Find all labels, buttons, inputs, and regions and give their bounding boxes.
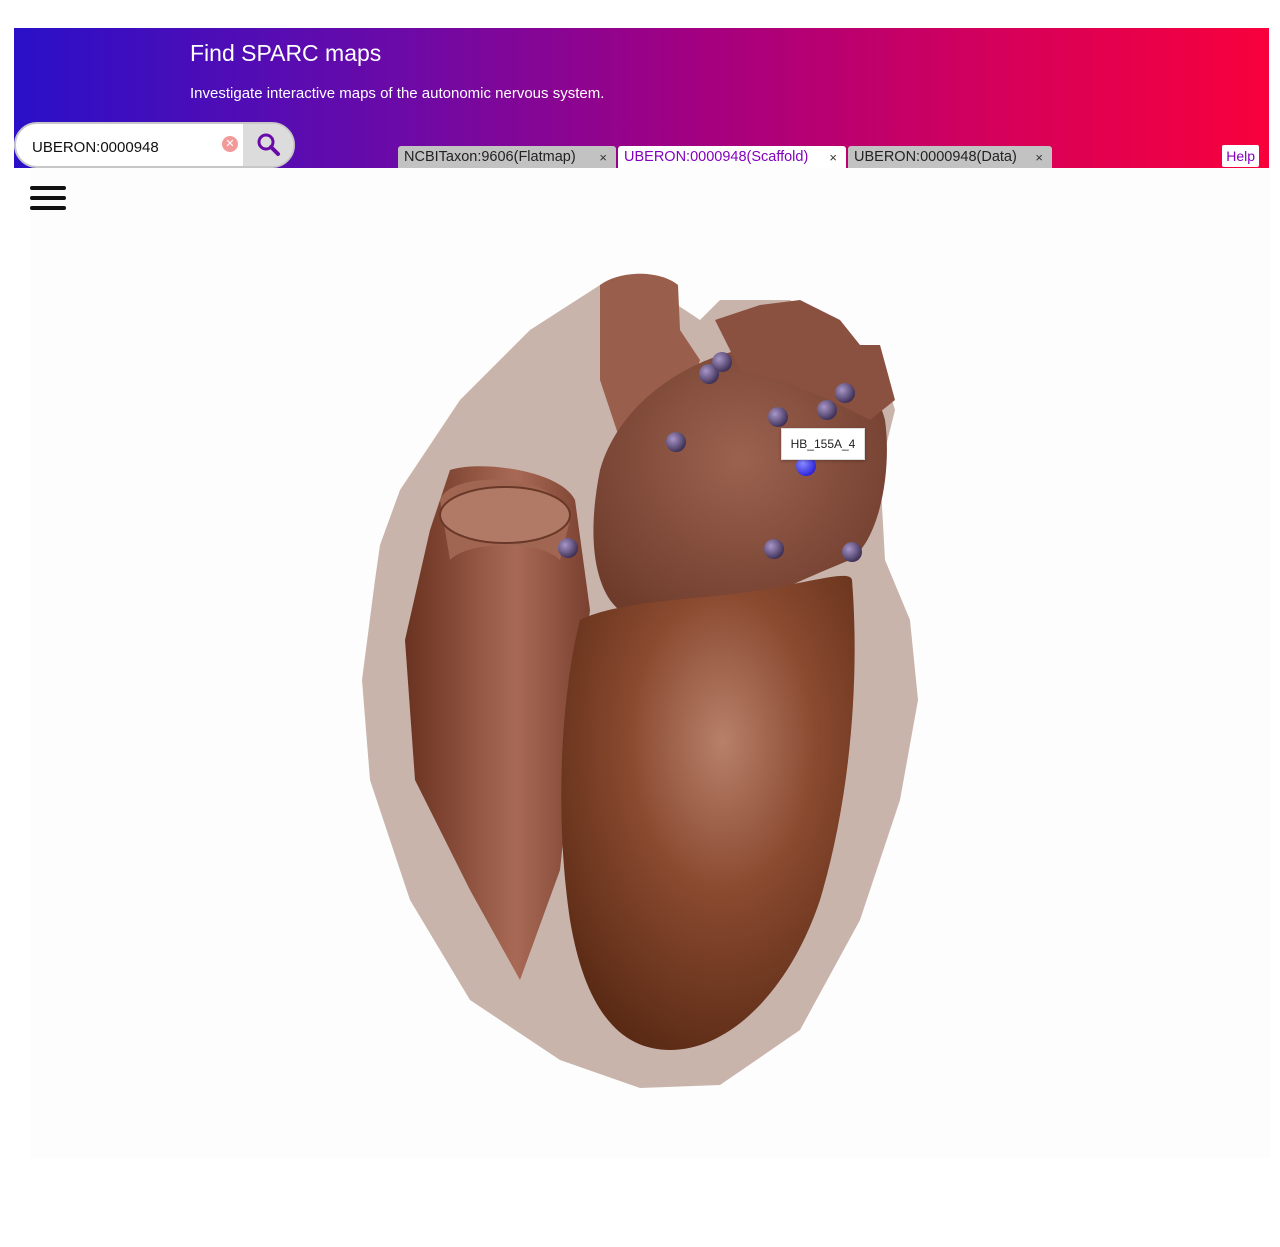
node-marker[interactable] [768, 407, 788, 427]
node-marker[interactable] [712, 352, 732, 372]
node-marker[interactable] [817, 400, 837, 420]
node-marker[interactable] [835, 383, 855, 403]
node-tooltip: HB_155A_4 [781, 428, 865, 460]
node-marker[interactable] [842, 542, 862, 562]
node-marker[interactable] [764, 539, 784, 559]
node-marker[interactable] [558, 538, 578, 558]
vessel-opening [439, 486, 571, 544]
heart-scaffold-model[interactable] [0, 0, 1280, 1247]
node-marker[interactable] [666, 432, 686, 452]
